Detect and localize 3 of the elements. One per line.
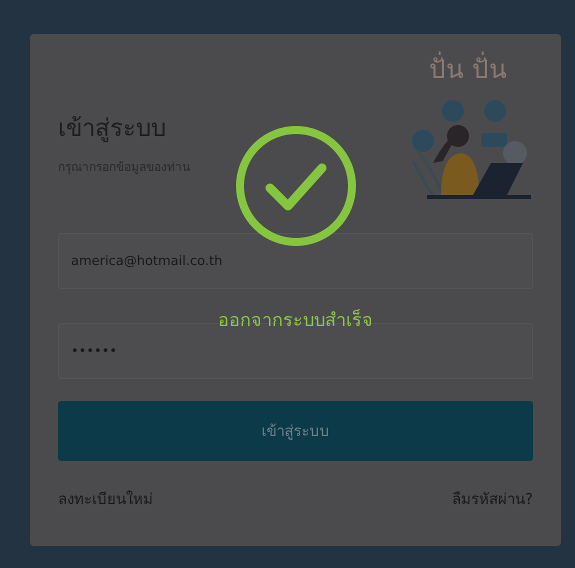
check-icon (234, 124, 358, 248)
logo-text: ปั่น ปั่น (428, 48, 508, 89)
login-button[interactable]: เข้าสู่ระบบ (58, 401, 533, 461)
